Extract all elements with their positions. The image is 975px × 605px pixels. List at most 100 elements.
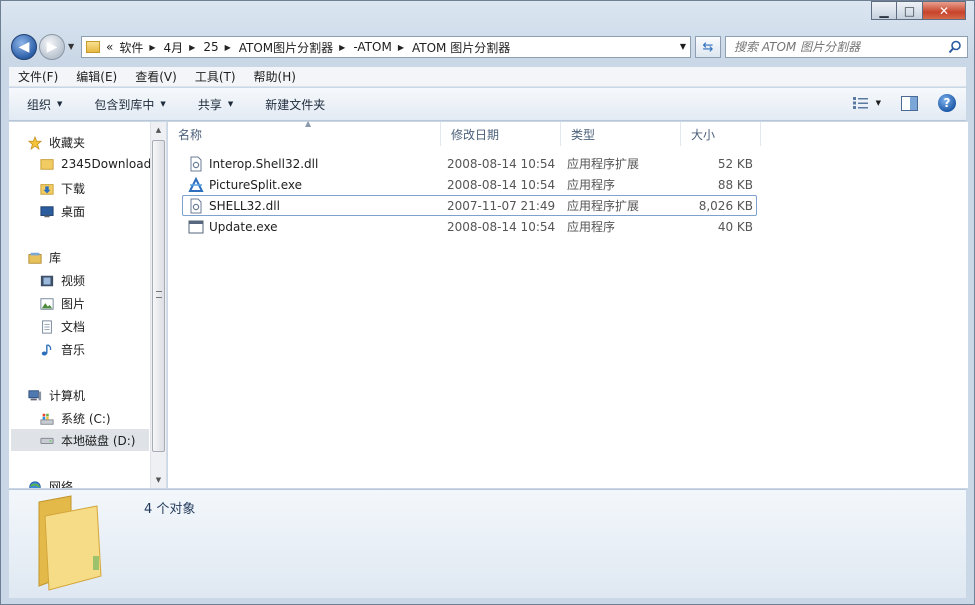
- scroll-down-icon[interactable]: ▼: [151, 472, 166, 488]
- breadcrumb-item[interactable]: 软件: [119, 39, 143, 56]
- view-controls: ▼ ?: [852, 94, 956, 112]
- search-icon[interactable]: [948, 40, 962, 54]
- folder-icon: [40, 159, 54, 170]
- table-row[interactable]: Update.exe 2008-08-14 10:54 应用程序 40 KB: [182, 216, 757, 237]
- address-dropdown-icon[interactable]: ▼: [680, 42, 686, 51]
- include-in-library-button[interactable]: 包含到库中 ▼: [76, 96, 179, 113]
- nav-scrollbar[interactable]: ▲ ▼: [150, 122, 166, 488]
- grip-icon: [156, 291, 162, 298]
- desktop-icon: [40, 205, 54, 217]
- search-box[interactable]: [725, 36, 968, 58]
- breadcrumb-overflow[interactable]: «: [106, 40, 113, 54]
- chevron-down-icon: ▼: [57, 100, 63, 108]
- menu-help[interactable]: 帮助(H): [245, 68, 305, 85]
- nav-item-documents[interactable]: 文档: [39, 318, 85, 335]
- nav-libraries-label: 库: [49, 251, 62, 265]
- breadcrumb-chevron-icon[interactable]: ▶: [339, 43, 345, 52]
- scroll-thumb[interactable]: [152, 140, 165, 452]
- table-row-focused[interactable]: SHELL32.dll 2007-11-07 21:49 应用程序扩展 8,02…: [182, 195, 757, 216]
- column-header-type[interactable]: 类型: [561, 122, 681, 146]
- nav-item-label: 视频: [61, 274, 86, 288]
- nav-favorites[interactable]: 收藏夹: [27, 134, 85, 151]
- nav-item-drive-d[interactable]: 本地磁盘 (D:): [11, 429, 149, 451]
- file-date: 2008-08-14 10:54: [447, 156, 556, 171]
- nav-item-label: 桌面: [61, 205, 86, 219]
- download-folder-icon: [40, 183, 54, 195]
- breadcrumb-item[interactable]: 4月: [164, 39, 184, 56]
- organize-button[interactable]: 组织 ▼: [9, 96, 76, 113]
- menu-tools[interactable]: 工具(T): [186, 68, 245, 85]
- new-folder-button[interactable]: 新建文件夹: [247, 96, 339, 113]
- nav-item-downloads[interactable]: 下载: [39, 180, 85, 197]
- breadcrumb-chevron-icon[interactable]: ▶: [149, 43, 155, 52]
- view-options-icon[interactable]: [852, 96, 870, 110]
- nav-network[interactable]: 网络: [27, 478, 73, 488]
- table-row[interactable]: Interop.Shell32.dll 2008-08-14 10:54 应用程…: [182, 153, 757, 174]
- breadcrumb-chevron-icon[interactable]: ▶: [189, 43, 195, 52]
- command-bar: 组织 ▼ 包含到库中 ▼ 共享 ▼ 新建文件夹 ▼ ?: [9, 88, 966, 121]
- file-name-cell: PictureSplit.exe: [188, 176, 302, 193]
- nav-item-videos[interactable]: 视频: [39, 272, 85, 289]
- forward-button[interactable]: ▶: [39, 34, 65, 60]
- nav-item-music[interactable]: 音乐: [39, 341, 85, 358]
- explorer-window: ▁ □ ✕ ◀ ▶ ▼ « 软件 ▶ 4月 ▶ 25 ▶ ATOM图片分割器 ▶…: [0, 0, 975, 605]
- column-header-size[interactable]: 大小: [681, 122, 761, 146]
- close-button[interactable]: ✕: [923, 1, 966, 20]
- include-in-library-label: 包含到库中: [94, 97, 155, 112]
- nav-computer-label: 计算机: [49, 389, 86, 403]
- file-type: 应用程序扩展: [567, 199, 640, 213]
- refresh-icon: ⇆: [702, 39, 714, 55]
- dll-icon: [190, 156, 202, 171]
- file-name-cell: Interop.Shell32.dll: [188, 156, 318, 172]
- minimize-button[interactable]: ▁: [871, 1, 897, 20]
- navigation-pane: 收藏夹 2345Downloads 下载 桌面 库 视频 图片 文档 音乐 计算…: [9, 122, 167, 488]
- breadcrumb-item[interactable]: 25: [203, 40, 218, 54]
- view-options-dropdown-icon[interactable]: ▼: [876, 99, 881, 107]
- file-name-cell: Update.exe: [188, 219, 278, 235]
- nav-favorites-label: 收藏夹: [49, 136, 86, 150]
- nav-computer[interactable]: 计算机: [27, 387, 85, 404]
- nav-network-label: 网络: [49, 480, 74, 488]
- maximize-button[interactable]: □: [897, 1, 923, 20]
- file-name: Update.exe: [209, 219, 278, 234]
- refresh-button[interactable]: ⇆: [695, 36, 721, 58]
- column-header-date[interactable]: 修改日期: [441, 122, 561, 146]
- file-size: 88 KB: [717, 177, 753, 192]
- share-label: 共享: [197, 97, 222, 112]
- search-input[interactable]: [734, 40, 939, 54]
- nav-item-pictures[interactable]: 图片: [39, 295, 85, 312]
- menu-bar: 文件(F) 编辑(E) 查看(V) 工具(T) 帮助(H): [9, 67, 966, 87]
- library-icon: [28, 252, 42, 264]
- exe-window-icon: [188, 220, 204, 233]
- nav-item-2345downloads[interactable]: 2345Downloads: [39, 157, 157, 171]
- help-icon[interactable]: ?: [938, 94, 956, 112]
- breadcrumb-chevron-icon[interactable]: ▶: [398, 43, 404, 52]
- nav-libraries[interactable]: 库: [27, 249, 61, 266]
- preview-pane-icon[interactable]: [901, 95, 918, 111]
- music-icon: [41, 343, 52, 356]
- nav-item-drive-c[interactable]: 系统 (C:): [39, 410, 111, 427]
- share-button[interactable]: 共享 ▼: [180, 96, 247, 113]
- breadcrumb-chevron-icon[interactable]: ▶: [225, 43, 231, 52]
- file-date: 2008-08-14 10:54: [447, 177, 556, 192]
- breadcrumb-item[interactable]: ATOM图片分割器: [239, 39, 333, 56]
- table-row[interactable]: PictureSplit.exe 2008-08-14 10:54 应用程序 8…: [182, 174, 757, 195]
- menu-edit[interactable]: 编辑(E): [67, 68, 126, 85]
- nav-item-desktop[interactable]: 桌面: [39, 203, 85, 220]
- menu-file[interactable]: 文件(F): [9, 68, 67, 85]
- back-button[interactable]: ◀: [11, 34, 37, 60]
- chevron-down-icon: ▼: [160, 100, 166, 108]
- breadcrumb-item-current[interactable]: ATOM 图片分割器: [412, 39, 510, 56]
- recent-pages-dropdown[interactable]: ▼: [68, 42, 74, 51]
- menu-view[interactable]: 查看(V): [126, 68, 186, 85]
- column-header-name[interactable]: 名称 ▲: [168, 119, 441, 146]
- scroll-up-icon[interactable]: ▲: [151, 122, 166, 138]
- file-name-cell: SHELL32.dll: [188, 198, 280, 214]
- address-bar[interactable]: « 软件 ▶ 4月 ▶ 25 ▶ ATOM图片分割器 ▶ -ATOM ▶ ATO…: [81, 36, 691, 58]
- file-date: 2008-08-14 10:54: [447, 219, 556, 234]
- computer-icon: [28, 389, 42, 400]
- breadcrumb-item[interactable]: -ATOM: [353, 40, 391, 54]
- nav-item-label: 本地磁盘 (D:): [61, 433, 136, 448]
- file-size: 40 KB: [717, 219, 753, 234]
- file-date: 2007-11-07 21:49: [447, 198, 556, 213]
